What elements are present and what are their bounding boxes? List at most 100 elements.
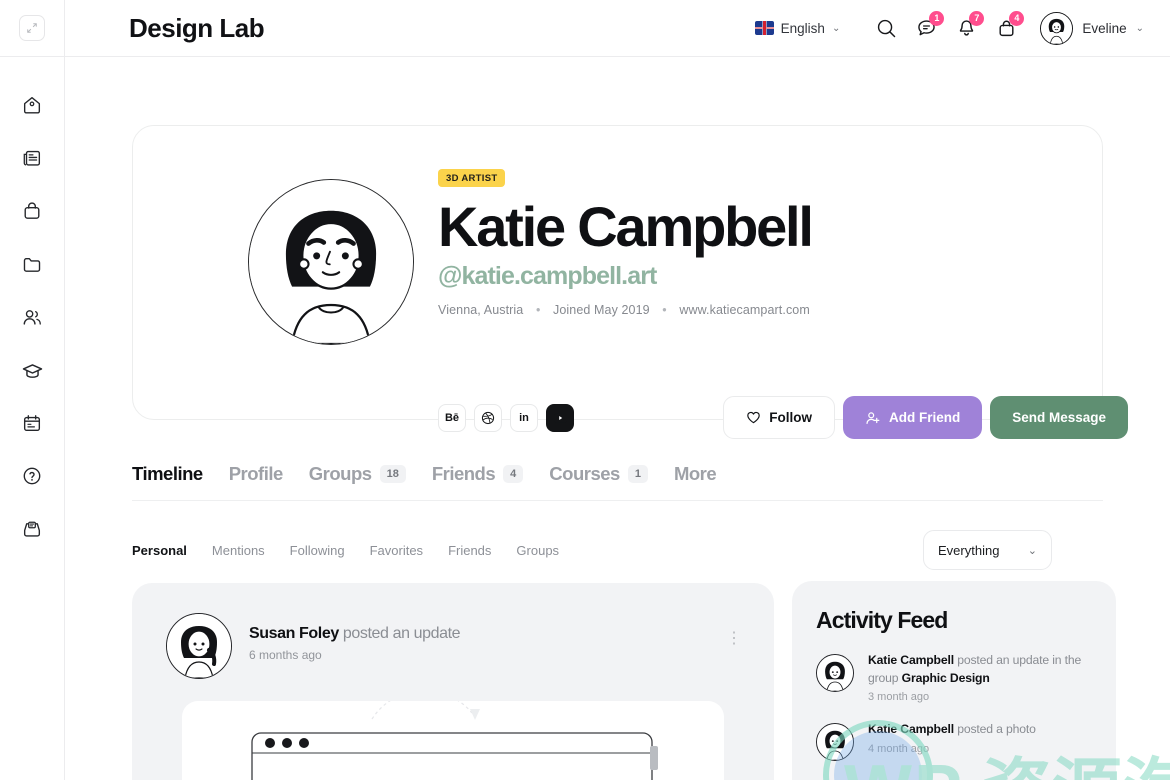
youtube-icon[interactable] (546, 403, 574, 432)
sidebar-item-courses[interactable] (13, 354, 51, 386)
cart-button[interactable]: 4 (986, 8, 1026, 48)
sidebar-item-help[interactable] (13, 460, 51, 492)
post-meta: Susan Foley posted an update 6 months ag… (249, 613, 461, 662)
behance-icon[interactable]: Bē (438, 403, 466, 432)
follow-button[interactable]: Follow (723, 396, 835, 439)
sidebar-item-events[interactable] (13, 407, 51, 439)
heart-icon (747, 411, 760, 424)
activity-feed-panel: Activity Feed Katie Campbell posted an u… (792, 581, 1116, 780)
subtab-personal[interactable]: Personal (132, 543, 187, 558)
notifications-button[interactable]: 7 (946, 8, 986, 48)
profile-handle: @katie.campbell.art (438, 261, 657, 290)
messages-button[interactable]: 1 (906, 8, 946, 48)
activity-author: Katie Campbell (868, 722, 954, 737)
activity-target: Graphic Design (901, 670, 990, 685)
sidebar-collapse-zone (0, 0, 65, 57)
tab-groups-label: Groups (308, 462, 372, 484)
sidebar-item-news[interactable] (13, 142, 51, 174)
post-author-name: Susan Foley (249, 625, 339, 642)
activity-text: Katie Campbell posted an update in the g… (868, 652, 1092, 687)
activity-avatar (816, 723, 854, 762)
tab-timeline[interactable]: Timeline (132, 463, 203, 485)
tab-friends-label: Friends (431, 462, 496, 484)
tab-groups[interactable]: Groups 18 (309, 463, 406, 485)
meta-separator: • (662, 302, 667, 317)
messages-badge: 1 (929, 11, 945, 26)
user-menu[interactable]: Eveline ⌄ (1040, 11, 1144, 45)
activity-filter-select[interactable]: Everything ⌄ (923, 530, 1052, 570)
tab-friends[interactable]: Friends 4 (431, 462, 524, 485)
activity-feed-item[interactable]: Katie Campbell posted a photo 4 month ag… (816, 721, 1092, 762)
dribbble-glyph (481, 411, 495, 424)
users-icon (23, 310, 41, 325)
dribbble-icon[interactable] (474, 403, 502, 432)
profile-actions-row: Bē in Follow Add Friend Send Message (438, 396, 1128, 439)
shop-bag-icon (24, 202, 40, 219)
youtube-glyph (553, 412, 567, 423)
tab-more[interactable]: More (673, 462, 717, 485)
tab-courses-count: 1 (627, 464, 648, 483)
tab-friends-count: 4 (503, 464, 524, 483)
user-avatar-illustration (1041, 12, 1073, 44)
tab-profile[interactable]: Profile (228, 462, 284, 485)
add-friend-button[interactable]: Add Friend (842, 396, 983, 439)
sidebar-item-members[interactable] (13, 301, 51, 333)
follow-button-label: Follow (769, 410, 812, 425)
profile-meta: Vienna, Austria • Joined May 2019 • www.… (438, 303, 1078, 317)
search-button[interactable] (866, 8, 906, 48)
sidebar-collapse-button[interactable] (19, 15, 45, 41)
linkedin-icon[interactable]: in (510, 403, 538, 432)
sidebar-item-shop[interactable] (13, 195, 51, 227)
person-add-icon (866, 411, 880, 424)
chevron-down-icon: ⌄ (1027, 544, 1037, 557)
more-vertical-icon[interactable]: ⋮ (726, 631, 744, 647)
search-icon (877, 19, 896, 37)
subtab-mentions[interactable]: Mentions (212, 543, 265, 558)
sidebar-item-home[interactable] (13, 89, 51, 121)
avatar (1040, 11, 1074, 45)
linkedin-glyph: in (519, 411, 529, 424)
sidebar-item-files[interactable] (13, 248, 51, 280)
timeline-subtabs: Personal Mentions Following Favorites Fr… (132, 543, 559, 558)
tab-timeline-label: Timeline (132, 462, 203, 484)
profile-joined: Joined May 2019 (553, 302, 650, 317)
site-brand-title: Design Lab (129, 12, 265, 43)
user-name-label: Eveline (1082, 20, 1127, 36)
post-media-illustration (182, 701, 724, 780)
sidebar-item-inbox[interactable] (13, 513, 51, 545)
meta-separator: • (535, 302, 541, 317)
graduation-cap-icon (22, 363, 42, 378)
profile-avatar (248, 179, 414, 345)
subtab-groups[interactable]: Groups (516, 543, 559, 558)
subtab-following[interactable]: Following (290, 543, 345, 558)
activity-action: posted a photo (953, 722, 1036, 737)
language-switcher[interactable]: English ⌄ (754, 21, 841, 36)
tab-groups-count: 18 (379, 464, 406, 483)
chevron-down-icon: ⌄ (831, 22, 841, 34)
subtab-favorites[interactable]: Favorites (370, 543, 423, 558)
activity-body: Katie Campbell posted an update in the g… (868, 652, 1092, 703)
send-message-button[interactable]: Send Message (990, 396, 1128, 439)
subtab-friends[interactable]: Friends (448, 543, 491, 558)
browser-window-illustration (251, 701, 658, 780)
activity-time: 3 month ago (868, 691, 930, 704)
social-links: Bē in (438, 403, 574, 432)
post-action-text: posted an update (342, 625, 461, 642)
top-header-bar: Design Lab English ⌄ 1 7 4 Eveline ⌄ (0, 0, 1170, 57)
profile-buttons: Follow Add Friend Send Message (723, 396, 1128, 439)
tab-courses-label: Courses (549, 462, 620, 484)
post-timestamp: 6 months ago (249, 648, 322, 662)
tab-courses[interactable]: Courses 1 (549, 463, 648, 485)
behance-glyph: Bē (444, 411, 460, 424)
activity-filter-value: Everything (938, 542, 1000, 558)
chevron-down-icon: ⌄ (1135, 22, 1144, 34)
tab-more-label: More (673, 462, 717, 484)
send-message-button-label: Send Message (1012, 410, 1106, 425)
collapse-arrows-icon (27, 23, 37, 33)
folder-icon (23, 257, 41, 272)
calendar-icon (23, 415, 41, 432)
uk-flag-icon (754, 21, 774, 35)
activity-feed-item[interactable]: Katie Campbell posted an update in the g… (816, 652, 1092, 703)
tab-profile-label: Profile (228, 462, 284, 484)
profile-header-card: 3D ARTIST Katie Campbell @katie.campbell… (132, 125, 1128, 439)
